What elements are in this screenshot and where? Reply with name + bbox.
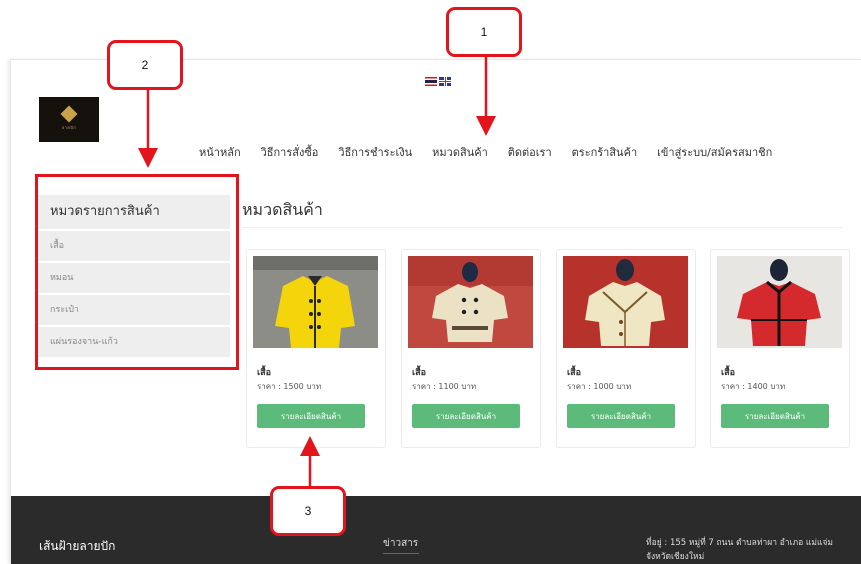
annotation-arrows bbox=[138, 57, 496, 486]
